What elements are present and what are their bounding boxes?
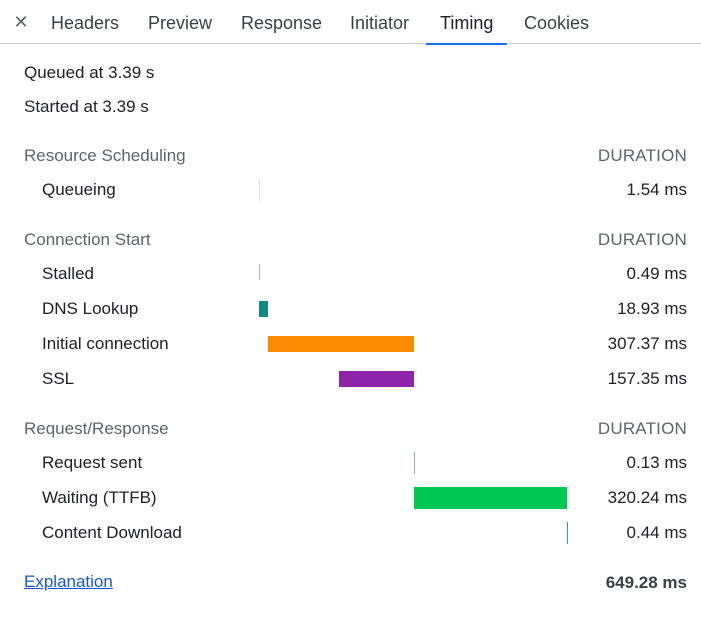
timing-bar-content-download (567, 522, 568, 544)
tab-bar: ✕ Headers Preview Response Initiator Tim… (0, 0, 701, 45)
close-icon[interactable]: ✕ (12, 10, 30, 34)
timing-bar-initial-connection (268, 336, 414, 352)
timing-bar-dns-lookup (259, 301, 268, 317)
row-value-stalled: 0.49 ms (626, 264, 687, 283)
row-label-stalled: Stalled (42, 264, 94, 283)
timing-bar-ssl (339, 371, 414, 387)
tab-timing[interactable]: Timing (425, 0, 508, 45)
duration-header: DURATION (597, 419, 687, 438)
total-duration: 649.28 ms (605, 573, 687, 592)
started-at-text: Started at 3.39 s (24, 97, 149, 116)
tab-response[interactable]: Response (241, 0, 322, 44)
section-title-connection-start: Connection Start (24, 230, 151, 249)
row-label-content-download: Content Download (42, 523, 182, 542)
row-value-request-sent: 0.13 ms (626, 453, 687, 472)
duration-header: DURATION (597, 146, 687, 165)
row-value-initial-connection: 307.37 ms (607, 334, 687, 353)
row-label-request-sent: Request sent (42, 453, 143, 472)
row-value-ssl: 157.35 ms (607, 369, 687, 388)
row-value-queueing: 1.54 ms (626, 180, 687, 199)
queued-at-text: Queued at 3.39 s (24, 63, 155, 82)
tab-cookies[interactable]: Cookies (524, 0, 589, 44)
duration-header: DURATION (597, 230, 687, 249)
row-label-queueing: Queueing (42, 180, 116, 199)
row-value-waiting-ttfb: 320.24 ms (607, 488, 687, 507)
timing-bar-waiting-ttfb (414, 487, 567, 509)
section-title-request-response: Request/Response (24, 419, 169, 438)
tab-initiator[interactable]: Initiator (350, 0, 409, 44)
explanation-link[interactable]: Explanation (24, 572, 113, 592)
row-label-dns-lookup: DNS Lookup (42, 299, 139, 318)
timing-bar-queueing (259, 179, 260, 201)
section-title-resource-scheduling: Resource Scheduling (24, 146, 186, 165)
row-value-content-download: 0.44 ms (626, 523, 687, 542)
row-value-dns-lookup: 18.93 ms (617, 299, 687, 318)
row-label-ssl: SSL (42, 369, 75, 388)
row-label-initial-connection: Initial connection (42, 334, 169, 353)
timing-bar-stalled (259, 264, 260, 280)
tab-headers[interactable]: Headers (51, 0, 119, 44)
timing-bar-request-sent (414, 452, 415, 474)
row-label-waiting-ttfb: Waiting (TTFB) (42, 488, 157, 507)
tab-preview[interactable]: Preview (148, 0, 212, 44)
